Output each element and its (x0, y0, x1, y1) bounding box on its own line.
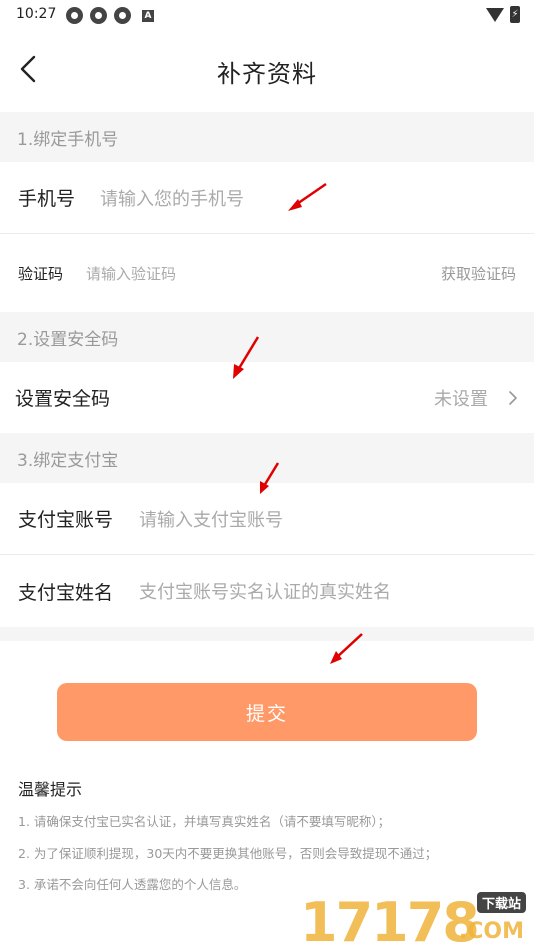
status-bar: 10:27 A ⚡ (0, 0, 534, 30)
watermark-badge: 下载站 (476, 892, 526, 913)
tips-title: 温馨提示 (18, 780, 83, 799)
chevron-right-icon (509, 390, 517, 405)
alipay-name-label: 支付宝姓名 (18, 581, 114, 604)
phone-label: 手机号 (18, 188, 76, 210)
app-notification-icon (90, 7, 107, 24)
tip-item: 2. 为了保证顺利提现，30天内不要更换其他账号，否则会导致提现不通过； (18, 846, 438, 861)
phone-input[interactable]: 请输入您的手机号 (100, 185, 244, 211)
alipay-account-label: 支付宝账号 (18, 509, 114, 531)
status-time: 10:27 (16, 6, 57, 22)
battery-icon: ⚡ (510, 6, 520, 23)
alipay-name-row[interactable]: 支付宝姓名 支付宝账号实名认证的真实姓名 (0, 555, 534, 627)
status-notification-icons: A (66, 7, 154, 24)
security-code-row[interactable]: 设置安全码 未设置 (0, 362, 534, 433)
annotation-arrow-icon (260, 462, 280, 494)
verification-code-input[interactable]: 请输入验证码 (86, 263, 176, 284)
phone-row[interactable]: 手机号 请输入您的手机号 (0, 162, 534, 233)
alipay-account-input[interactable]: 请输入支付宝账号 (139, 506, 283, 532)
tip-item: 3. 承诺不会向任何人透露您的个人信息。 (18, 877, 247, 892)
watermark-digits: 17178 (300, 891, 480, 950)
status-system-icons: ⚡ (486, 6, 520, 23)
code-label: 验证码 (18, 264, 64, 283)
get-code-button[interactable]: 获取验证码 (441, 263, 516, 284)
security-code-status: 未设置 (434, 388, 488, 410)
watermark-suffix: .COM (458, 919, 524, 944)
submit-button[interactable]: 提交 (57, 683, 477, 741)
alipay-name-input[interactable]: 支付宝账号实名认证的真实姓名 (139, 578, 391, 604)
verification-code-row[interactable]: 验证码 请输入验证码 获取验证码 (0, 234, 534, 312)
app-notification-icon (66, 7, 83, 24)
nav-bar: 补齐资料 (0, 30, 534, 112)
wifi-icon (486, 7, 504, 22)
section-header-phone: 1.绑定手机号 (0, 112, 534, 162)
section-header-security: 2.设置安全码 (0, 312, 534, 362)
tip-item: 1. 请确保支付宝已实名认证，并填写真实姓名（请不要填写昵称）； (18, 814, 391, 829)
annotation-arrow-icon (288, 182, 327, 211)
watermark-logo: 17178 下载站 .COM (300, 888, 530, 950)
notification-badge-icon: A (142, 9, 154, 22)
annotation-arrow-icon (233, 336, 260, 379)
annotation-arrow-icon (330, 633, 363, 664)
app-notification-icon (114, 7, 131, 24)
security-code-label: 设置安全码 (15, 388, 111, 410)
section-spacer (0, 627, 534, 641)
page-title: 补齐资料 (217, 60, 317, 88)
